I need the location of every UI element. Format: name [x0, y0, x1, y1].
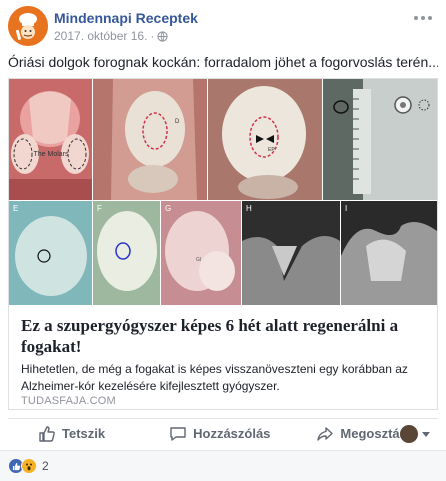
label-ep: EP [268, 147, 275, 153]
page-name[interactable]: Mindennapi Receptek [54, 10, 198, 26]
comment-button[interactable]: Hozzászólás [169, 419, 270, 449]
post-date[interactable]: 2017. október 16. [54, 29, 147, 43]
image-panel-c: EP [208, 79, 322, 200]
action-bar: Tetszik Hozzászólás Megosztás [8, 418, 438, 448]
post-header: Mindennapi Receptek 2017. október 16. · [8, 6, 438, 46]
link-title[interactable]: Ez a szupergyógyszer képes 6 hét alatt r… [21, 315, 426, 357]
chef-logo-icon [8, 6, 48, 46]
more-options-icon[interactable] [414, 12, 434, 24]
thumbs-up-icon [39, 425, 55, 442]
globe-icon[interactable] [157, 30, 169, 42]
label-i: I [345, 204, 347, 213]
post-card: Mindennapi Receptek 2017. október 16. · … [0, 0, 446, 481]
page-avatar[interactable] [8, 6, 48, 46]
image-panel-f: F [93, 201, 160, 305]
share-label: Megosztás [340, 426, 407, 441]
like-button[interactable]: Tetszik [38, 419, 105, 449]
image-panel-h: H [242, 201, 340, 305]
post-text: Óriási dolgok forognak kockán: forradalo… [8, 54, 438, 70]
label-h: H [246, 204, 252, 213]
like-label: Tetszik [62, 426, 106, 441]
post-meta: 2017. október 16. · [54, 29, 169, 43]
wow-reaction-icon [21, 458, 37, 474]
chevron-down-icon [422, 431, 430, 437]
share-button[interactable]: Megosztás [316, 419, 407, 449]
label-e: E [13, 204, 18, 213]
label-f: F [97, 204, 102, 213]
image-panel-g: G GI [161, 201, 241, 305]
user-avatar [400, 425, 418, 443]
link-description: Hihetetlen, de még a fogakat is képes vi… [21, 362, 408, 393]
image-panel-e: E [9, 201, 92, 305]
image-panel-i: I [341, 201, 437, 305]
comment-icon [170, 426, 186, 441]
label-d: D [175, 119, 180, 125]
label-molars: The Molars [33, 151, 69, 158]
reaction-summary[interactable]: 2 [8, 458, 49, 474]
label-g: G [165, 204, 171, 213]
post-as-selector[interactable] [400, 425, 430, 443]
link-domain: TUDASFAJA.COM [21, 395, 116, 407]
meta-separator: · [150, 29, 155, 43]
link-preview[interactable]: The Molars D EP E F G GI H I Ez a szuper… [8, 78, 438, 410]
link-preview-image[interactable]: The Molars D EP E F G GI H I [9, 79, 437, 305]
reaction-count: 2 [42, 459, 49, 473]
label-gi: GI [196, 257, 201, 263]
share-arrow-icon [317, 426, 334, 441]
comment-label: Hozzászólás [193, 426, 271, 441]
image-panel-d [323, 79, 437, 200]
image-panel-b: D [93, 79, 207, 200]
image-panel-a: The Molars [9, 79, 92, 200]
reactions-bar: 2 [0, 450, 446, 481]
